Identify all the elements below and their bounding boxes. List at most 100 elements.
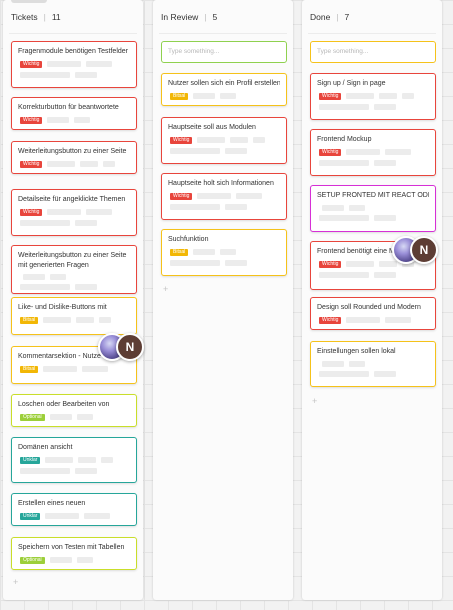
column-count: 5 bbox=[212, 11, 218, 22]
placeholder-bar bbox=[76, 414, 93, 420]
column-in-review: In Review | 5 Type something... Nutzer so… bbox=[153, 0, 293, 600]
card-meta-row: Bitsal bbox=[168, 248, 280, 256]
header-divider: | bbox=[336, 11, 339, 22]
card-meta-row bbox=[317, 204, 429, 211]
priority-tag[interactable]: Unklar bbox=[20, 512, 41, 520]
ticket-card[interactable]: Erstellen eines neuen Unklar bbox=[11, 493, 137, 526]
add-card-plus-icon[interactable]: + bbox=[312, 396, 317, 406]
card-title: Weiterleitungsbutton zu einer Seite bbox=[18, 148, 127, 155]
card-meta-row: Wichtig bbox=[317, 148, 429, 156]
placeholder-bar bbox=[346, 261, 375, 267]
placeholder-bar bbox=[49, 414, 72, 420]
avatar-initial[interactable]: N bbox=[410, 236, 438, 264]
column-header[interactable]: In Review | 5 bbox=[159, 0, 287, 34]
placeholder-bar bbox=[349, 204, 365, 211]
avatar-initial[interactable]: N bbox=[116, 333, 144, 361]
priority-tag[interactable]: Bitsal bbox=[170, 248, 189, 256]
collaborator-avatars[interactable]: N bbox=[392, 236, 438, 264]
card-title: Einstellungen sollen lokal bbox=[317, 348, 396, 355]
placeholder-bar bbox=[76, 557, 93, 563]
placeholder-bar bbox=[45, 457, 74, 463]
card-meta-row: Unklar bbox=[18, 512, 130, 520]
placeholder-bar bbox=[170, 203, 220, 210]
column-done: Done | 7 Type something... Sign up / Sign… bbox=[302, 0, 442, 600]
priority-tag[interactable]: Wichtig bbox=[20, 208, 43, 216]
priority-tag[interactable]: Wichtig bbox=[170, 192, 193, 200]
card-meta-row: Wichtig bbox=[317, 316, 429, 324]
card-title: Like- und Dislike-Buttons mit bbox=[18, 304, 107, 311]
placeholder-bar bbox=[76, 317, 95, 323]
collaborator-avatars[interactable]: N bbox=[98, 333, 144, 361]
ticket-card[interactable]: Sign up / Sign in page Wichtig bbox=[310, 73, 436, 120]
new-card-input[interactable]: Type something... bbox=[310, 41, 436, 63]
priority-tag[interactable]: Unklar bbox=[20, 456, 41, 464]
ticket-card[interactable]: Korrekturbutton für beantwortete Wichtig bbox=[11, 97, 137, 130]
column-count: 11 bbox=[51, 11, 61, 22]
placeholder-bar bbox=[322, 204, 344, 211]
priority-tag[interactable]: Bitsal bbox=[20, 365, 39, 373]
priority-tag[interactable]: Wichtig bbox=[319, 148, 342, 156]
add-card-plus-icon[interactable]: + bbox=[163, 284, 168, 294]
ticket-card[interactable]: Like- und Dislike-Buttons mit Bitsal bbox=[11, 297, 137, 335]
placeholder-bar bbox=[319, 271, 369, 278]
placeholder-bar bbox=[193, 249, 216, 255]
placeholder-bar bbox=[197, 137, 226, 143]
priority-tag[interactable]: Bitsal bbox=[20, 316, 39, 324]
ticket-card[interactable]: Domänen ansicht Unklar bbox=[11, 437, 137, 483]
placeholder-bar bbox=[225, 203, 247, 210]
column-handle bbox=[11, 0, 47, 3]
priority-tag[interactable]: Wichtig bbox=[20, 116, 43, 124]
column-header[interactable]: Done | 7 bbox=[308, 0, 436, 34]
priority-tag[interactable]: Bitsal bbox=[170, 92, 189, 100]
ticket-card[interactable]: Loschen oder Bearbeiten von Optional bbox=[11, 394, 137, 427]
ticket-card[interactable]: Frontend Mockup Wichtig bbox=[310, 129, 436, 176]
card-meta-row: Bitsal bbox=[168, 92, 280, 100]
priority-tag[interactable]: Wichtig bbox=[20, 60, 43, 68]
add-card-plus-icon[interactable]: + bbox=[13, 577, 18, 587]
ticket-card[interactable]: Weiterleitungsbutton zu einer Seite mit g… bbox=[11, 245, 137, 294]
priority-tag[interactable]: Optional bbox=[20, 556, 45, 564]
priority-tag[interactable]: Wichtig bbox=[20, 160, 43, 168]
placeholder-bar bbox=[220, 249, 237, 255]
ticket-card[interactable]: Einstellungen sollen lokal bbox=[310, 341, 436, 387]
ticket-card[interactable]: Design soll Rounded und Modern Wichtig bbox=[310, 297, 436, 330]
new-card-input[interactable]: Type something... bbox=[161, 41, 287, 63]
card-title: Design soll Rounded und Modern bbox=[317, 304, 421, 311]
ticket-card[interactable]: Nutzer sollen sich ein Profil erstellen B… bbox=[161, 73, 287, 106]
priority-tag[interactable]: Optional bbox=[20, 413, 45, 421]
placeholder-bar bbox=[346, 317, 381, 323]
placeholder-bar bbox=[20, 219, 70, 226]
card-title: Suchfunktion bbox=[168, 236, 209, 243]
ticket-card[interactable]: Suchfunktion Bitsal bbox=[161, 229, 287, 276]
ticket-card[interactable]: Speichern von Testen mit Tabellen Optiona… bbox=[11, 537, 137, 570]
ticket-card[interactable]: Hauptseite soll aus Modulen Wichtig bbox=[161, 117, 287, 164]
placeholder-bar bbox=[23, 274, 45, 280]
card-meta-row: Optional bbox=[18, 556, 130, 564]
priority-tag[interactable]: Wichtig bbox=[170, 136, 193, 144]
ticket-card[interactable]: Detailseite für angeklickte Themen Wichti… bbox=[11, 189, 137, 236]
card-meta-row: Wichtig bbox=[18, 116, 130, 124]
card-meta-row bbox=[317, 370, 429, 377]
placeholder-bar bbox=[47, 161, 76, 167]
priority-tag[interactable]: Wichtig bbox=[319, 260, 342, 268]
column-header[interactable]: Tickets | 11 bbox=[9, 0, 137, 34]
placeholder-bar bbox=[75, 219, 97, 226]
priority-tag[interactable]: Wichtig bbox=[319, 316, 342, 324]
card-meta-row bbox=[18, 467, 130, 474]
placeholder-bar bbox=[319, 214, 369, 221]
placeholder-bar bbox=[49, 557, 72, 563]
priority-tag[interactable]: Wichtig bbox=[319, 92, 342, 100]
ticket-card[interactable]: SETUP FRONTED MIT REACT ODER bbox=[310, 185, 436, 232]
card-meta-row bbox=[18, 284, 130, 290]
card-title: Erstellen eines neuen bbox=[18, 500, 86, 507]
ticket-card[interactable]: Fragenmodule benötigen Testfelder Wichtig bbox=[11, 41, 137, 88]
placeholder-bar bbox=[170, 259, 220, 266]
placeholder-bar bbox=[50, 274, 66, 280]
placeholder-bar bbox=[75, 467, 97, 474]
ticket-card[interactable]: Hauptseite holt sich Informationen Wichti… bbox=[161, 173, 287, 220]
card-meta-row bbox=[317, 214, 429, 221]
placeholder-bar bbox=[225, 147, 247, 154]
card-title: Sign up / Sign in page bbox=[317, 80, 386, 87]
placeholder-bar bbox=[78, 457, 97, 463]
ticket-card[interactable]: Weiterleitungsbutton zu einer Seite Wicht… bbox=[11, 141, 137, 174]
